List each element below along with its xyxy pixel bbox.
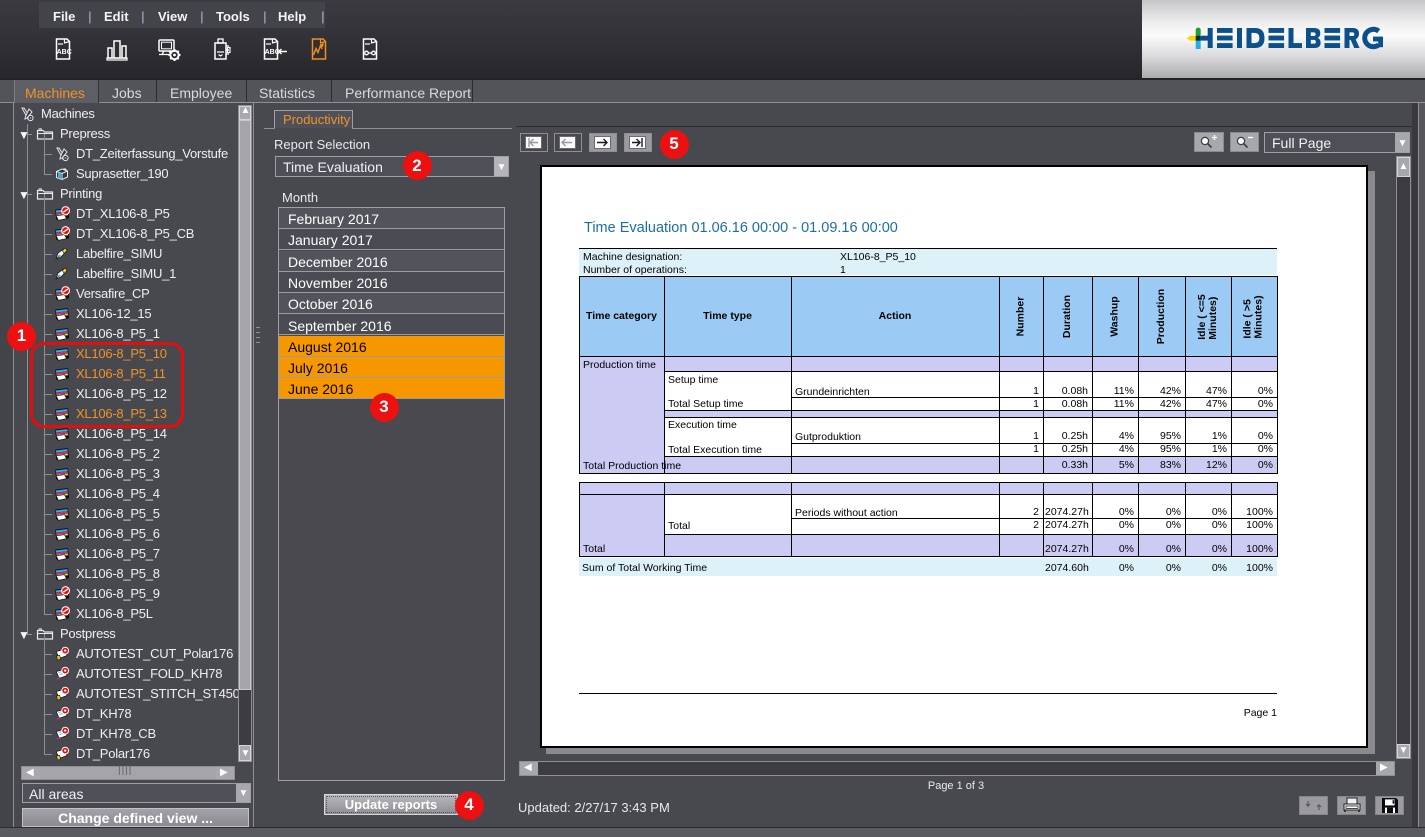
svg-text:ABC: ABC bbox=[57, 49, 72, 56]
svg-text:ABC: ABC bbox=[265, 49, 280, 56]
